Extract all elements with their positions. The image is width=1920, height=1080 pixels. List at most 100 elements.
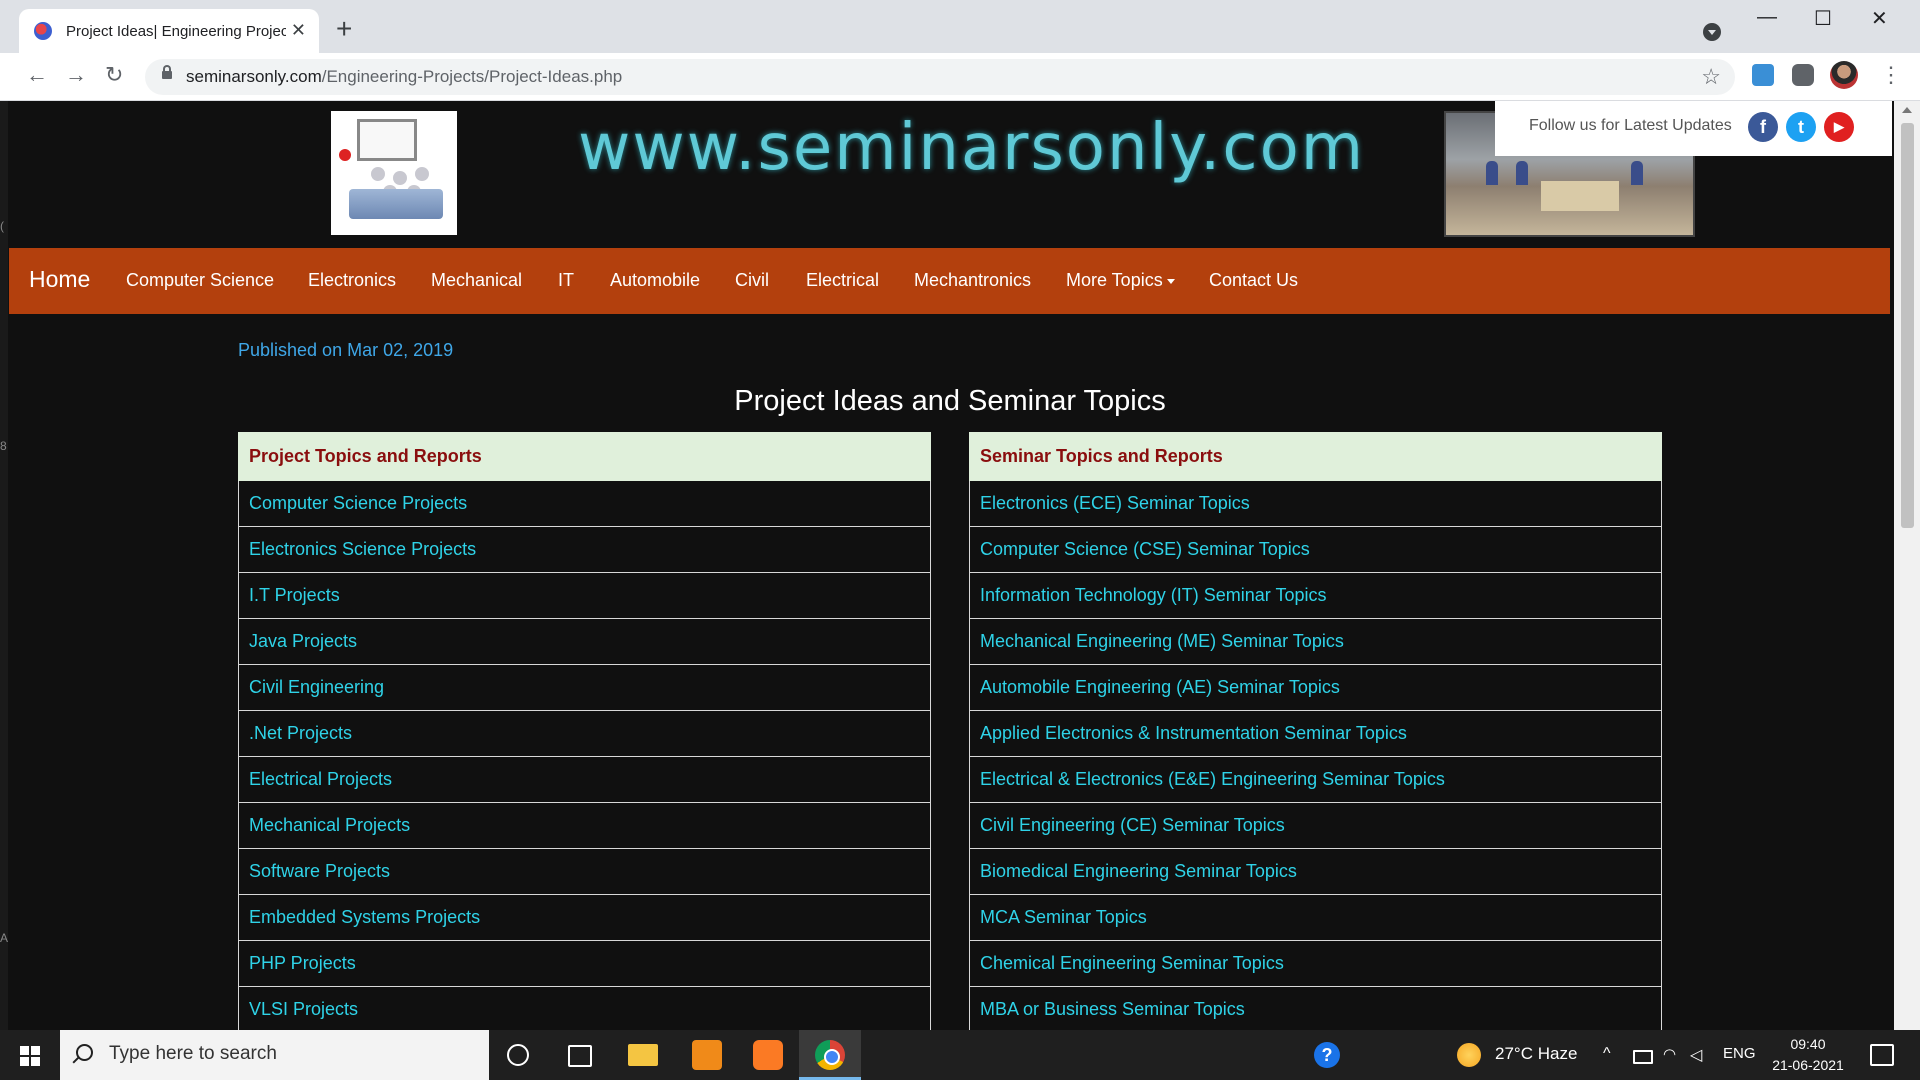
browser-tab[interactable]: Project Ideas| Engineering Projec ✕ xyxy=(19,9,319,53)
address-bar[interactable]: seminarsonly.com/Engineering-Projects/Pr… xyxy=(145,59,1735,95)
project-link[interactable]: VLSI Projects xyxy=(238,986,931,1030)
chrome-icon[interactable] xyxy=(815,1040,845,1070)
left-edge-strip: ( 8 A xyxy=(0,101,8,1030)
project-link[interactable]: Embedded Systems Projects xyxy=(238,894,931,941)
clock-date: 21-06-2021 xyxy=(1772,1057,1844,1073)
search-icon xyxy=(76,1044,93,1061)
project-link[interactable]: Software Projects xyxy=(238,848,931,895)
close-window-button[interactable]: ✕ xyxy=(1871,6,1888,31)
nav-mechantronics[interactable]: Mechantronics xyxy=(914,270,1031,291)
site-favicon-icon xyxy=(34,22,52,40)
nav-mechanical[interactable]: Mechanical xyxy=(431,270,522,291)
seminar-link[interactable]: MBA or Business Seminar Topics xyxy=(969,986,1662,1030)
close-tab-icon[interactable]: ✕ xyxy=(291,20,306,40)
project-link[interactable]: Mechanical Projects xyxy=(238,802,931,849)
seminar-link[interactable]: Electrical & Electronics (E&E) Engineeri… xyxy=(969,756,1662,803)
seminar-link[interactable]: Automobile Engineering (AE) Seminar Topi… xyxy=(969,664,1662,711)
projects-header: Project Topics and Reports xyxy=(238,432,931,481)
seminar-link[interactable]: Information Technology (IT) Seminar Topi… xyxy=(969,572,1662,619)
page-title: Project Ideas and Seminar Topics xyxy=(734,385,1166,417)
tab-search-icon[interactable] xyxy=(1703,23,1721,41)
project-link[interactable]: Electrical Projects xyxy=(238,756,931,803)
nav-civil[interactable]: Civil xyxy=(735,270,769,291)
notification-icon[interactable] xyxy=(1870,1044,1894,1066)
project-link[interactable]: PHP Projects xyxy=(238,940,931,987)
follow-text: Follow us for Latest Updates xyxy=(1529,117,1732,134)
edge-glyph: ( xyxy=(0,219,4,233)
seminar-link[interactable]: Electronics (ECE) Seminar Topics xyxy=(969,480,1662,527)
taskbar-search[interactable]: Type here to search xyxy=(60,1030,489,1080)
project-link[interactable]: I.T Projects xyxy=(238,572,931,619)
clock[interactable]: 09:40 21-06-2021 xyxy=(1768,1034,1848,1076)
forward-button[interactable]: → xyxy=(65,62,87,88)
caret-down-icon xyxy=(1166,278,1175,284)
file-explorer-icon[interactable] xyxy=(628,1044,658,1066)
url-path: /Engineering-Projects/Project-Ideas.php xyxy=(321,67,623,86)
twitter-icon[interactable]: t xyxy=(1786,112,1816,142)
banner-classroom-image xyxy=(331,111,457,235)
facebook-icon[interactable]: f xyxy=(1748,112,1778,142)
seminars-table: Seminar Topics and Reports Electronics (… xyxy=(969,432,1662,1030)
project-link[interactable]: Electronics Science Projects xyxy=(238,526,931,573)
seminar-link[interactable]: Applied Electronics & Instrumentation Se… xyxy=(969,710,1662,757)
scroll-up-arrow-icon[interactable] xyxy=(1902,107,1912,113)
extension-icon[interactable] xyxy=(1752,64,1774,86)
nav-contact-us[interactable]: Contact Us xyxy=(1209,270,1298,291)
reload-button[interactable]: ↻ xyxy=(105,62,123,88)
follow-box: Follow us for Latest Updates f t ▶ xyxy=(1495,101,1892,156)
page-scrollbar[interactable] xyxy=(1894,101,1920,1030)
main-nav: Home Computer Science Electronics Mechan… xyxy=(9,248,1890,314)
project-link[interactable]: Java Projects xyxy=(238,618,931,665)
cortana-icon[interactable] xyxy=(507,1044,529,1066)
sublime-text-icon[interactable] xyxy=(692,1040,722,1070)
language-indicator[interactable]: ENG xyxy=(1723,1045,1756,1062)
new-tab-button[interactable]: + xyxy=(336,15,352,43)
nav-computer-science[interactable]: Computer Science xyxy=(126,270,274,291)
nav-it[interactable]: IT xyxy=(558,270,574,291)
project-link[interactable]: Computer Science Projects xyxy=(238,480,931,527)
taskbar: Type here to search ? 27°C Haze ^ ◠ ◁ EN… xyxy=(0,1030,1920,1080)
tray-chevron-icon[interactable]: ^ xyxy=(1603,1045,1611,1063)
site-name: www.seminarsonly.com xyxy=(578,111,1366,185)
network-icon[interactable]: ◠ xyxy=(1663,1045,1676,1063)
scrollbar-thumb[interactable] xyxy=(1901,123,1914,528)
help-icon[interactable]: ? xyxy=(1314,1042,1340,1068)
clock-time: 09:40 xyxy=(1790,1036,1826,1052)
seminar-link[interactable]: Civil Engineering (CE) Seminar Topics xyxy=(969,802,1662,849)
project-link[interactable]: .Net Projects xyxy=(238,710,931,757)
browser-toolbar: ← → ↻ seminarsonly.com/Engineering-Proje… xyxy=(0,53,1920,101)
battery-icon[interactable] xyxy=(1633,1050,1653,1064)
seminar-link[interactable]: Biomedical Engineering Seminar Topics xyxy=(969,848,1662,895)
puzzle-extensions-icon[interactable] xyxy=(1792,64,1814,86)
nav-more-topics-label: More Topics xyxy=(1066,270,1163,290)
nav-automobile[interactable]: Automobile xyxy=(610,270,700,291)
project-link[interactable]: Civil Engineering xyxy=(238,664,931,711)
nav-home[interactable]: Home xyxy=(29,266,90,293)
minimize-button[interactable]: — xyxy=(1757,6,1777,29)
published-date: Published on Mar 02, 2019 xyxy=(238,340,454,360)
nav-electronics[interactable]: Electronics xyxy=(308,270,396,291)
task-view-icon[interactable] xyxy=(568,1045,592,1067)
edge-glyph: 8 xyxy=(0,439,7,453)
url-text[interactable]: seminarsonly.com/Engineering-Projects/Pr… xyxy=(186,67,622,87)
seminar-link[interactable]: Computer Science (CSE) Seminar Topics xyxy=(969,526,1662,573)
profile-avatar[interactable] xyxy=(1830,61,1858,89)
nav-more-topics[interactable]: More Topics xyxy=(1066,270,1175,291)
weather-text[interactable]: 27°C Haze xyxy=(1495,1044,1577,1064)
xampp-icon[interactable] xyxy=(753,1040,783,1070)
youtube-icon[interactable]: ▶ xyxy=(1824,112,1854,142)
seminar-link[interactable]: Chemical Engineering Seminar Topics xyxy=(969,940,1662,987)
page-viewport: ( 8 A www.seminarsonly.com Follow us for… xyxy=(0,101,1920,1030)
seminar-link[interactable]: MCA Seminar Topics xyxy=(969,894,1662,941)
seminars-header: Seminar Topics and Reports xyxy=(969,432,1662,481)
volume-icon[interactable]: ◁ xyxy=(1690,1045,1702,1065)
bookmark-star-icon[interactable]: ☆ xyxy=(1701,64,1721,90)
windows-start-icon[interactable] xyxy=(20,1046,40,1066)
tab-strip: Project Ideas| Engineering Projec ✕ + — … xyxy=(0,0,1920,53)
back-button[interactable]: ← xyxy=(26,62,48,88)
nav-electrical[interactable]: Electrical xyxy=(806,270,879,291)
tab-title: Project Ideas| Engineering Projec xyxy=(66,22,286,40)
maximize-button[interactable]: ☐ xyxy=(1814,6,1832,31)
browser-menu-icon[interactable]: ⋮ xyxy=(1880,62,1902,88)
seminar-link[interactable]: Mechanical Engineering (ME) Seminar Topi… xyxy=(969,618,1662,665)
